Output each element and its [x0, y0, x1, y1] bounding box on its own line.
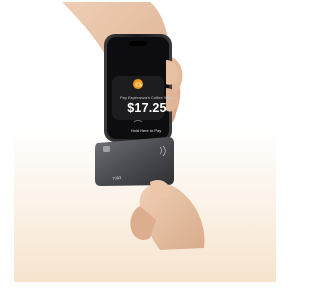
payment-caption: Pay Esperanza's Coffee Shop: [120, 95, 174, 100]
card: [95, 137, 174, 186]
lower-hand: [130, 180, 205, 250]
dynamic-island: [129, 41, 147, 46]
merchant-logo-icon: [133, 79, 143, 89]
hold-to-pay-instruction: Hold Here to Pay: [130, 128, 162, 133]
payment-scene: Pay Esperanza's Coffee Shop $17.25 Hold …: [0, 0, 289, 295]
illustration: [62, 2, 205, 250]
payment-amount: $17.25: [127, 101, 167, 115]
phone: [104, 34, 172, 142]
card-chip-icon: [103, 146, 110, 152]
